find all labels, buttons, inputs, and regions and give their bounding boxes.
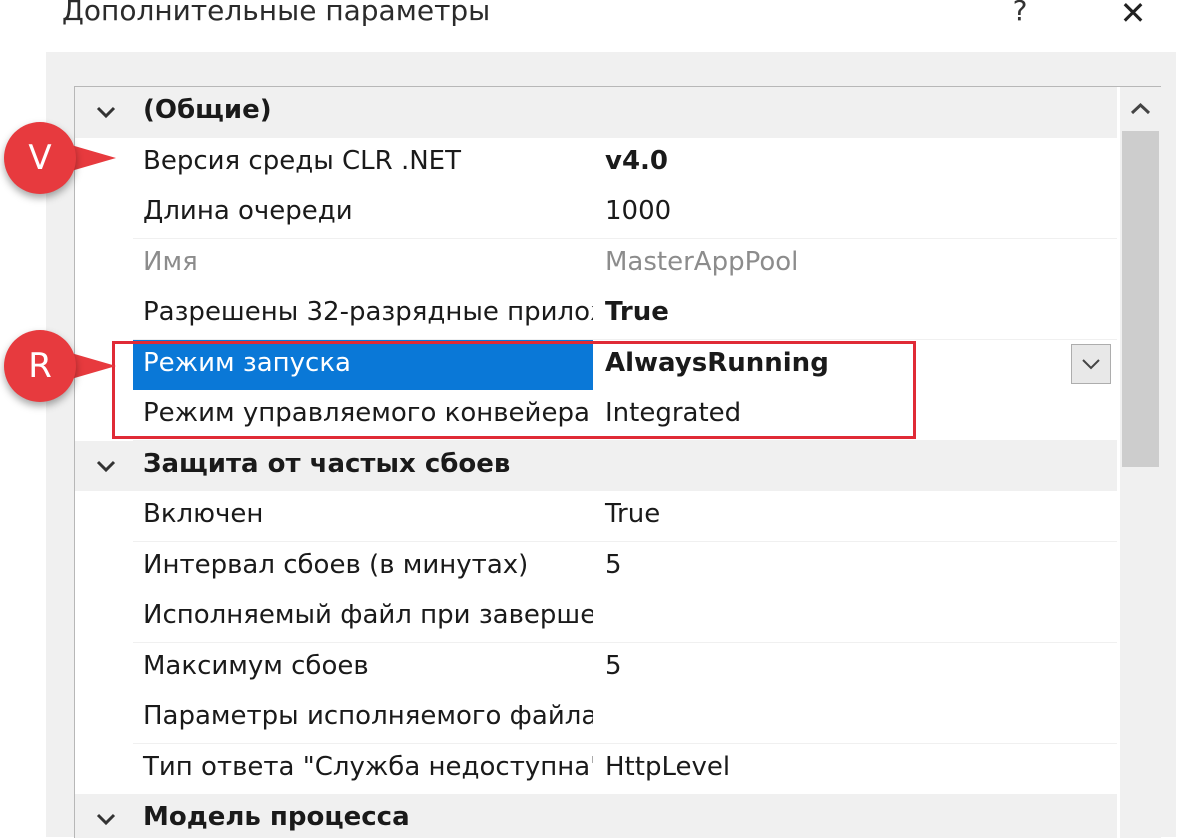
property-name-cell[interactable]: Исполняемый файл при завершении: [133, 592, 593, 642]
property-name: Разрешены 32-разрядные приложения: [143, 297, 593, 327]
category-label: Модель процесса: [143, 802, 410, 832]
property-value[interactable]: HttpLevel: [605, 752, 730, 782]
property-name: Исполняемый файл при завершении: [143, 600, 593, 630]
property-value[interactable]: True: [605, 499, 660, 529]
property-grid[interactable]: (Общие) Версия среды CLR .NET v4.0 Длина оч…: [74, 86, 1161, 838]
help-button[interactable]: ?: [1000, 0, 1040, 34]
property-name-cell[interactable]: Длина очереди: [133, 188, 593, 238]
category-label: (Общие): [143, 95, 272, 125]
property-name-cell[interactable]: Разрешены 32-разрядные приложения: [133, 289, 593, 339]
property-row[interactable]: Тип ответа "Служба недоступна" HttpLevel: [75, 743, 1117, 795]
title-bar: Дополнительные параметры ? ✕: [0, 0, 1187, 44]
property-value[interactable]: 5: [605, 550, 622, 580]
chevron-down-icon[interactable]: [91, 441, 121, 491]
scroll-up-button[interactable]: [1120, 89, 1161, 129]
scroll-thumb[interactable]: [1122, 131, 1159, 467]
annotation-highlight-box: [112, 341, 916, 439]
property-row[interactable]: Разрешены 32-разрядные приложения True: [75, 289, 1117, 340]
vertical-scrollbar[interactable]: [1120, 87, 1161, 838]
chevron-down-icon[interactable]: [91, 794, 121, 838]
property-value[interactable]: 1000: [605, 196, 671, 226]
property-row[interactable]: Интервал сбоев (в минутах) 5: [75, 541, 1117, 593]
chevron-down-icon[interactable]: [91, 87, 121, 137]
property-name-cell[interactable]: Версия среды CLR .NET: [133, 138, 593, 188]
category-header[interactable]: Защита от частых сбоев: [75, 440, 1117, 491]
property-name-cell[interactable]: Максимум сбоев: [133, 643, 593, 693]
property-name: Включен: [143, 499, 264, 529]
category-label: Защита от частых сбоев: [143, 448, 511, 479]
property-name: Версия среды CLR .NET: [143, 145, 461, 176]
property-name: Длина очереди: [143, 196, 353, 226]
property-name: Тип ответа "Служба недоступна": [143, 751, 593, 782]
property-name-cell[interactable]: Включен: [133, 491, 593, 541]
property-name-cell[interactable]: Имя: [133, 239, 593, 289]
chevron-up-icon: [1130, 102, 1151, 115]
property-value[interactable]: True: [605, 297, 669, 327]
marker-letter: R: [28, 346, 52, 386]
property-value[interactable]: v4.0: [605, 146, 668, 176]
property-name-cell[interactable]: Параметры исполняемого файла: [133, 693, 593, 743]
property-row[interactable]: Длина очереди 1000: [75, 188, 1117, 239]
close-button[interactable]: ✕: [1110, 0, 1156, 34]
property-name: Параметры исполняемого файла: [143, 701, 593, 731]
property-value[interactable]: MasterAppPool: [605, 247, 798, 277]
category-header[interactable]: (Общие): [75, 87, 1117, 138]
property-value[interactable]: 5: [605, 651, 622, 681]
marker-letter: V: [28, 138, 52, 178]
property-name: Максимум сбоев: [143, 650, 369, 681]
property-row[interactable]: Включен True: [75, 491, 1117, 542]
property-name: Имя: [143, 246, 198, 277]
property-row[interactable]: Максимум сбоев 5: [75, 642, 1117, 694]
dropdown-button[interactable]: [1071, 344, 1111, 384]
property-row[interactable]: Имя MasterAppPool: [75, 238, 1117, 290]
property-row[interactable]: Параметры исполняемого файла: [75, 693, 1117, 744]
property-name-cell[interactable]: Тип ответа "Служба недоступна": [133, 744, 593, 794]
chevron-down-icon: [1082, 359, 1100, 370]
property-row[interactable]: Исполняемый файл при завершении: [75, 592, 1117, 643]
property-name-cell[interactable]: Интервал сбоев (в минутах): [133, 542, 593, 592]
property-name: Интервал сбоев (в минутах): [143, 549, 529, 580]
category-header[interactable]: Модель процесса: [75, 794, 1117, 838]
window-title: Дополнительные параметры: [62, 0, 491, 27]
property-row[interactable]: Версия среды CLR .NET v4.0: [75, 137, 1117, 189]
